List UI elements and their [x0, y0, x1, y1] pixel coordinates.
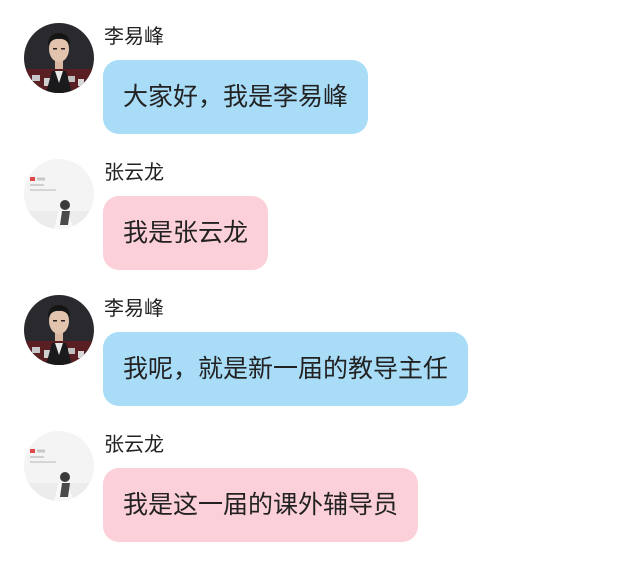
avatar[interactable] [24, 159, 94, 229]
message-bubble[interactable]: 大家好，我是李易峰 [103, 60, 369, 134]
li-yifeng-avatar-icon [24, 295, 94, 365]
sender-name: 张云龙 [104, 432, 164, 456]
li-yifeng-avatar-icon [24, 23, 94, 93]
zhang-yunlong-avatar-icon [24, 159, 94, 229]
sender-name: 张云龙 [104, 160, 164, 184]
sender-name: 李易峰 [104, 296, 164, 320]
avatar[interactable] [24, 23, 94, 93]
sender-name: 李易峰 [104, 24, 164, 48]
chat-message: 李易峰 我呢，就是新一届的教导主任 [0, 295, 640, 425]
chat-message: 张云龙 我是张云龙 [0, 159, 640, 289]
zhang-yunlong-avatar-icon [24, 431, 94, 501]
message-bubble[interactable]: 我呢，就是新一届的教导主任 [103, 332, 469, 406]
chat-message: 张云龙 我是这一届的课外辅导员 [0, 431, 640, 561]
chat-message: 李易峰 大家好，我是李易峰 [0, 23, 640, 153]
avatar[interactable] [24, 295, 94, 365]
message-bubble[interactable]: 我是这一届的课外辅导员 [103, 468, 419, 542]
message-bubble[interactable]: 我是张云龙 [103, 196, 269, 270]
avatar[interactable] [24, 431, 94, 501]
